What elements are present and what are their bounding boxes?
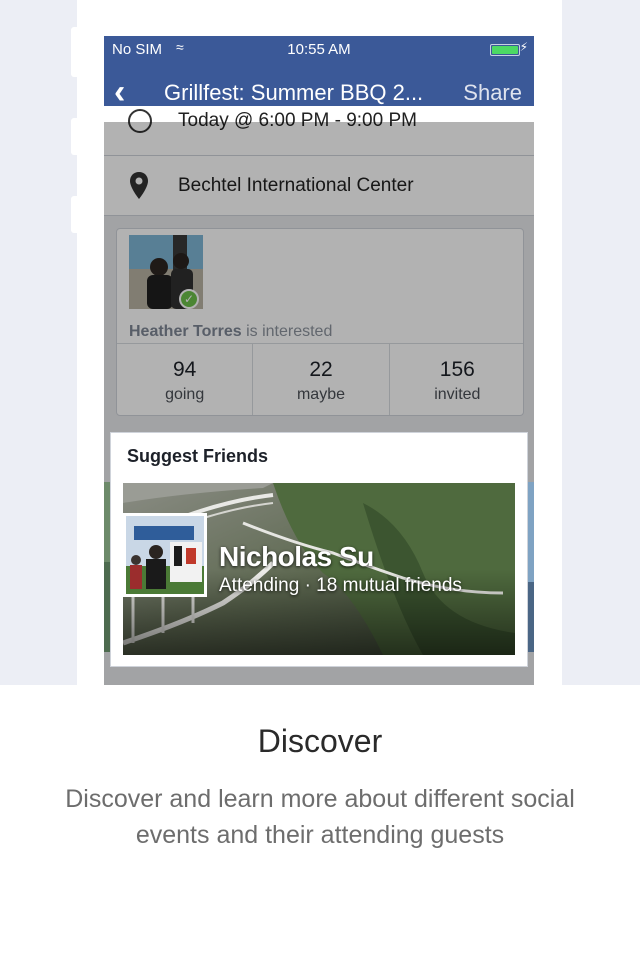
share-button[interactable]: Share: [463, 80, 522, 106]
friend-name[interactable]: Nicholas Su: [219, 541, 374, 573]
event-content: Today @ 6:00 PM - 9:00 PM Bechtel Intern…: [104, 106, 534, 685]
back-chevron-icon[interactable]: ‹: [114, 75, 125, 109]
event-title: Grillfest: Summer BBQ 2...: [164, 80, 424, 105]
device-showcase: No SIM ≈ 10:55 AM ⚡ ‹ Grillfest: Summer …: [0, 0, 640, 685]
charging-icon: ⚡: [519, 40, 528, 54]
phone-screen: No SIM ≈ 10:55 AM ⚡ ‹ Grillfest: Summer …: [104, 36, 534, 685]
status-time: 10:55 AM: [287, 41, 351, 58]
suggest-friends-card: Suggest Friends Nicholas Su Attending · …: [110, 432, 528, 667]
onboarding-description: Discover and learn more about different …: [65, 785, 575, 849]
status-bar: No SIM ≈ 10:55 AM ⚡: [104, 36, 534, 63]
onboarding-panel: Discover Discover and learn more about d…: [0, 685, 640, 960]
onboarding-heading: Discover: [257, 723, 383, 759]
suggest-friends-title: Suggest Friends: [127, 446, 269, 466]
friend-meta: Attending · 18 mutual friends: [219, 575, 462, 596]
friend-avatar[interactable]: [123, 513, 207, 597]
battery-icon: [490, 44, 520, 56]
